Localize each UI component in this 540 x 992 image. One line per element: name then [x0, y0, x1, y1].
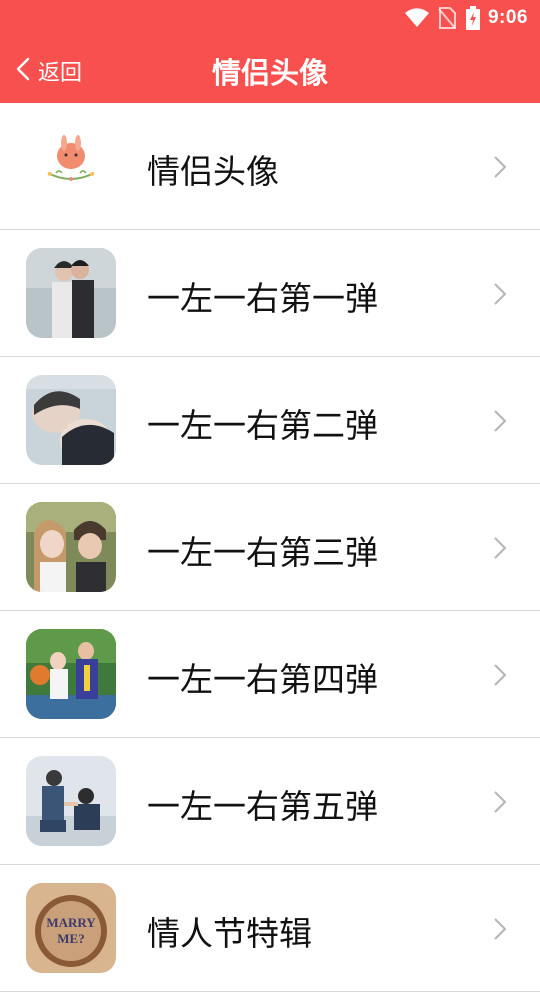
thumbnail-couple-photo — [26, 502, 116, 592]
svg-text:ME?: ME? — [57, 931, 84, 946]
thumbnail-couple-photo — [26, 629, 116, 719]
list-item-label: 一左一右第五弹 — [147, 787, 378, 826]
list-item-label: 一左一右第一弹 — [147, 279, 378, 318]
chevron-left-icon — [16, 57, 30, 85]
list-item[interactable]: 情侣头像 — [0, 103, 540, 230]
list-item-label: 情人节特辑 — [147, 914, 312, 953]
category-list: 情侣头像 一左一右第一弹 一左一右第二弹 一左一右第三弹 一左一右第四弹 一左一… — [0, 103, 540, 992]
status-time: 9:06 — [487, 7, 528, 28]
chevron-right-icon — [493, 917, 507, 945]
chevron-right-icon — [493, 663, 507, 691]
app-header: 9:06 返回 情侣头像 — [0, 0, 540, 103]
list-item[interactable]: 一左一右第四弹 — [0, 611, 540, 738]
no-sim-icon — [438, 7, 456, 29]
list-item[interactable]: 一左一右第一弹 — [0, 230, 540, 357]
thumbnail-couple-photo — [26, 248, 116, 338]
chevron-right-icon — [493, 282, 507, 310]
list-item[interactable]: 一左一右第五弹 — [0, 738, 540, 865]
list-item-label: 情侣头像 — [147, 152, 279, 191]
status-icons: 9:06 — [404, 5, 528, 31]
back-button[interactable]: 返回 — [16, 54, 82, 88]
status-bar: 9:06 — [0, 0, 540, 36]
battery-charging-icon — [465, 6, 480, 30]
list-item[interactable]: 一左一右第三弹 — [0, 484, 540, 611]
chevron-right-icon — [493, 790, 507, 818]
list-item-label: 一左一右第二弹 — [147, 406, 378, 445]
wifi-icon — [404, 8, 430, 28]
svg-text:MARRY: MARRY — [46, 915, 96, 930]
chevron-right-icon — [493, 409, 507, 437]
list-item-label: 一左一右第三弹 — [147, 533, 378, 572]
thumbnail-rabbit — [26, 121, 116, 211]
thumbnail-couple-photo — [26, 756, 116, 846]
thumbnail-couple-photo — [26, 375, 116, 465]
list-item[interactable]: 一左一右第二弹 — [0, 357, 540, 484]
chevron-right-icon — [493, 155, 507, 183]
list-item-label: 一左一右第四弹 — [147, 660, 378, 699]
chevron-right-icon — [493, 536, 507, 564]
list-item[interactable]: MARRY ME? 情人节特辑 — [0, 865, 540, 992]
back-label: 返回 — [38, 61, 83, 86]
